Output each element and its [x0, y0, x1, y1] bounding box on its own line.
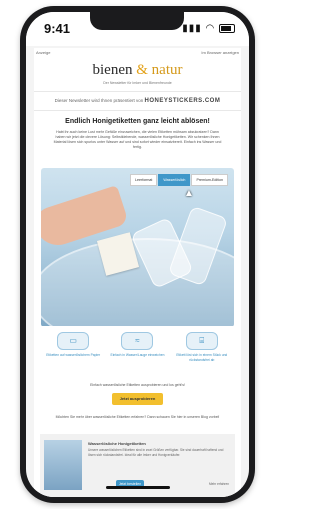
card-image [44, 440, 82, 490]
feature-item: ⌸ Etikett löst sich in einem Stück und r… [175, 326, 229, 374]
water-icon: ≈ [121, 332, 154, 350]
phone-screen: 9:41 ▮▮▮ ◠ Anzeige Im Browser anzeigen b… [26, 12, 249, 497]
status-icons: ▮▮▮ ◠ [182, 23, 235, 34]
tagline: Der Newsletter für Imker und Bienenfreun… [103, 81, 172, 85]
card-title: Wasserlösliche Honigetiketten [88, 441, 146, 446]
card-more-link[interactable]: Mehr erfahren [209, 482, 229, 486]
phone-notch [90, 12, 184, 30]
brand-logo[interactable]: bienen & natur [34, 62, 241, 79]
feature-item: ▭ Etiketten auf wasserlöslichem Papier [46, 326, 100, 374]
sponsor-bar: Dieser Newsletter wird Ihnen präsentiert… [34, 91, 241, 111]
tab-leerformat[interactable]: Leerformat [130, 174, 158, 186]
note-text: Einfach wasserlösliche Etiketten ausprob… [90, 383, 185, 387]
feature-text: Einfach in Wasser/Lauge einweichen [110, 353, 165, 357]
headline: Endlich Honigetiketten ganz leicht ablös… [65, 118, 210, 125]
feature-row: ▭ Etiketten auf wasserlöslichem Papier ≈… [41, 326, 234, 374]
sponsor-text: Dieser Newsletter wird Ihnen präsentiert… [54, 98, 144, 103]
tabs: Leerformat Wasserlöslich Premium-Edition [130, 174, 228, 186]
feature-text: Etiketten auf wasserlöslichem Papier [46, 353, 101, 357]
wifi-icon: ◠ [205, 23, 216, 34]
paper-icon: ▭ [57, 332, 90, 350]
cursor-icon: ▲ [184, 188, 194, 199]
phone-frame: 9:41 ▮▮▮ ◠ Anzeige Im Browser anzeigen b… [20, 6, 255, 503]
feature-item: ≈ Einfach in Wasser/Lauge einweichen [110, 326, 164, 374]
status-time: 9:41 [44, 21, 71, 36]
home-indicator[interactable] [106, 486, 170, 489]
brand-part2: natur [151, 62, 183, 78]
tab-premium[interactable]: Premium-Edition [191, 174, 228, 186]
hero-image[interactable]: Leerformat Wasserlöslich Premium-Edition… [41, 168, 234, 327]
tab-wasserloeslich[interactable]: Wasserlöslich [158, 174, 191, 186]
blog-text: Möchten Sie mehr über wasserlösliche Eti… [55, 415, 220, 419]
brand-amp: & [136, 62, 148, 78]
feature-text: Etikett löst sich in einem Stück und rüc… [176, 353, 228, 362]
cta-button[interactable]: Jetzt ausprobieren [112, 393, 163, 405]
brand-part1: bienen [92, 62, 133, 78]
battery-icon [219, 23, 235, 33]
signal-icon: ▮▮▮ [182, 23, 202, 34]
meta-right-link[interactable]: Im Browser anzeigen [201, 50, 239, 55]
card-description: Unsere wasserlöslichen Etiketten sind in… [88, 448, 224, 457]
sponsor-logo[interactable]: HONEYSTICKERS.COM [144, 98, 220, 104]
jar-icon: ⌸ [185, 332, 218, 350]
meta-left: Anzeige [36, 50, 51, 55]
email-content: Anzeige Im Browser anzeigen bienen & nat… [34, 48, 241, 497]
intro-text: Habt ihr auch keine Lust mehr Gefäße ein… [53, 130, 222, 149]
